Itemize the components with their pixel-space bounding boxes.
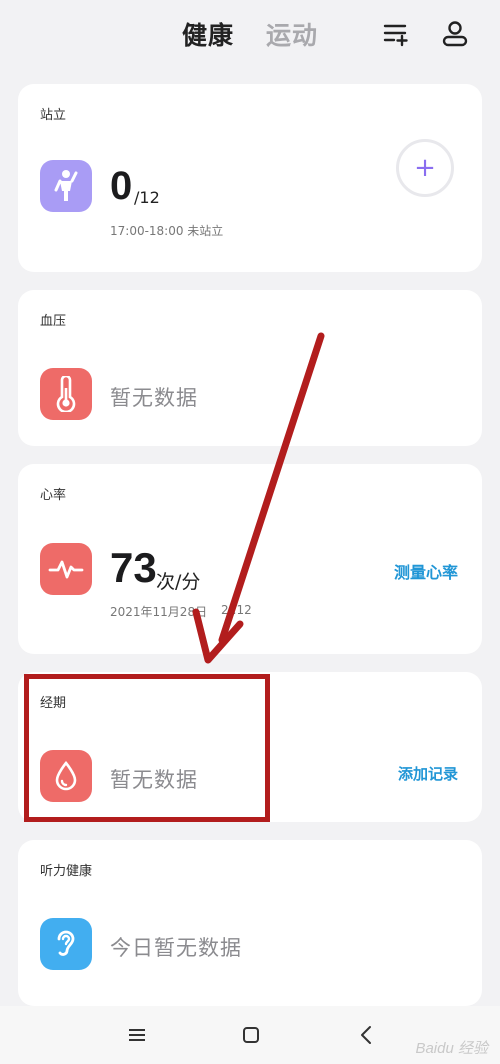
home-icon[interactable] — [238, 1022, 264, 1048]
menu-icon[interactable] — [124, 1022, 150, 1048]
back-icon[interactable] — [354, 1022, 380, 1048]
system-nav-bar: Baidu 经验 — [0, 1006, 500, 1064]
annotation-arrow — [192, 332, 325, 664]
watermark: Baidu 经验 — [415, 1040, 488, 1057]
